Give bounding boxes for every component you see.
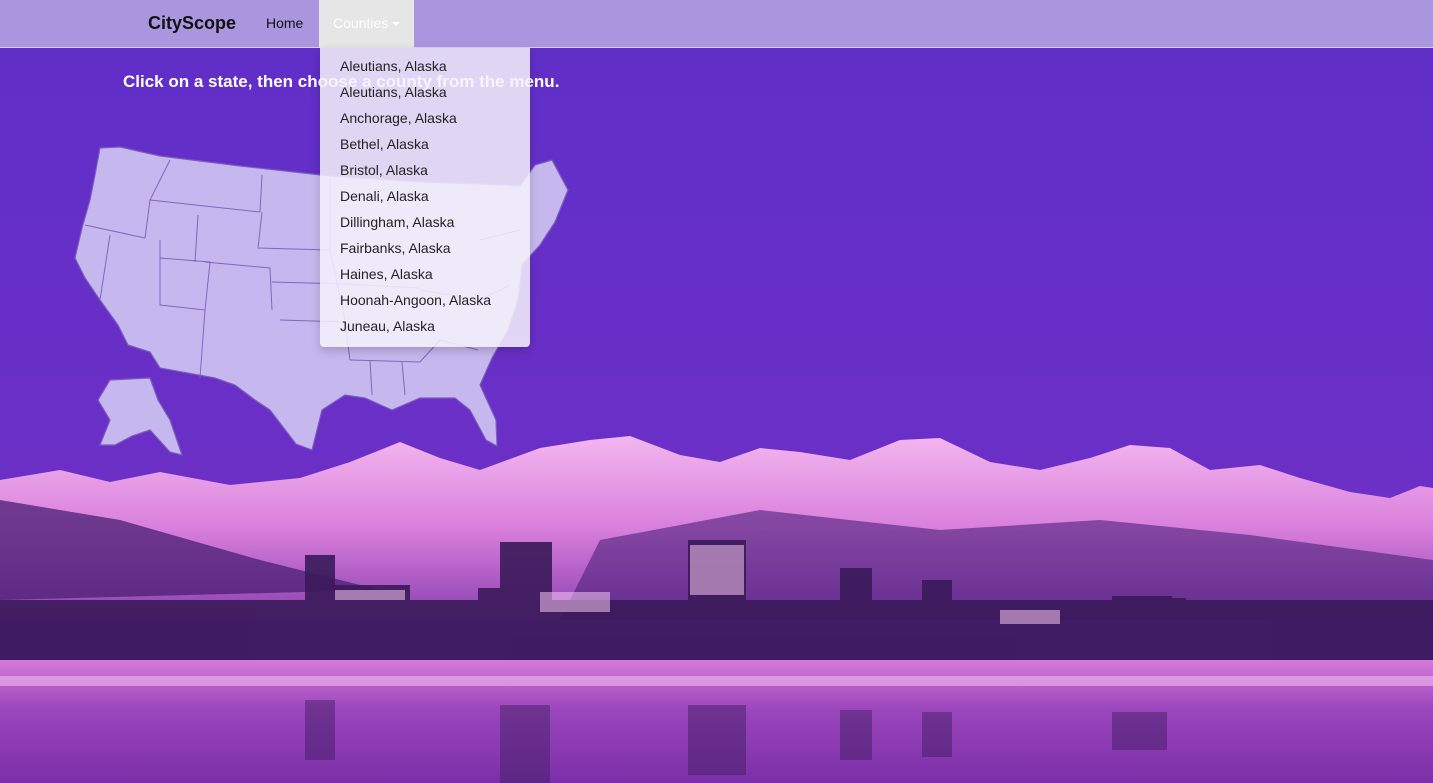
county-menu-item[interactable]: Dillingham, Alaska xyxy=(320,209,530,235)
counties-label: Counties xyxy=(333,15,389,31)
counties-dropdown-menu: Aleutians, Alaska Aleutians, Alaska Anch… xyxy=(320,48,530,347)
background-photo xyxy=(0,0,1433,783)
caret-down-icon xyxy=(392,22,400,26)
county-menu-item[interactable]: Juneau, Alaska xyxy=(320,313,530,339)
nav-home-link[interactable]: Home xyxy=(266,15,303,31)
county-menu-item[interactable]: Bethel, Alaska xyxy=(320,131,530,157)
county-menu-item[interactable]: Aleutians, Alaska xyxy=(320,53,530,79)
county-menu-item[interactable]: Bristol, Alaska xyxy=(320,157,530,183)
counties-dropdown-toggle[interactable]: Counties xyxy=(319,0,414,48)
brand-logo[interactable]: CityScope xyxy=(148,13,236,34)
county-menu-item[interactable]: Aleutians, Alaska xyxy=(320,79,530,105)
county-menu-item[interactable]: Hoonah-Angoon, Alaska xyxy=(320,287,530,313)
county-menu-item[interactable]: Denali, Alaska xyxy=(320,183,530,209)
county-menu-item[interactable]: Fairbanks, Alaska xyxy=(320,235,530,261)
navbar: CityScope Home Counties xyxy=(0,0,1433,48)
county-menu-item[interactable]: Anchorage, Alaska xyxy=(320,105,530,131)
county-menu-item[interactable]: Haines, Alaska xyxy=(320,261,530,287)
